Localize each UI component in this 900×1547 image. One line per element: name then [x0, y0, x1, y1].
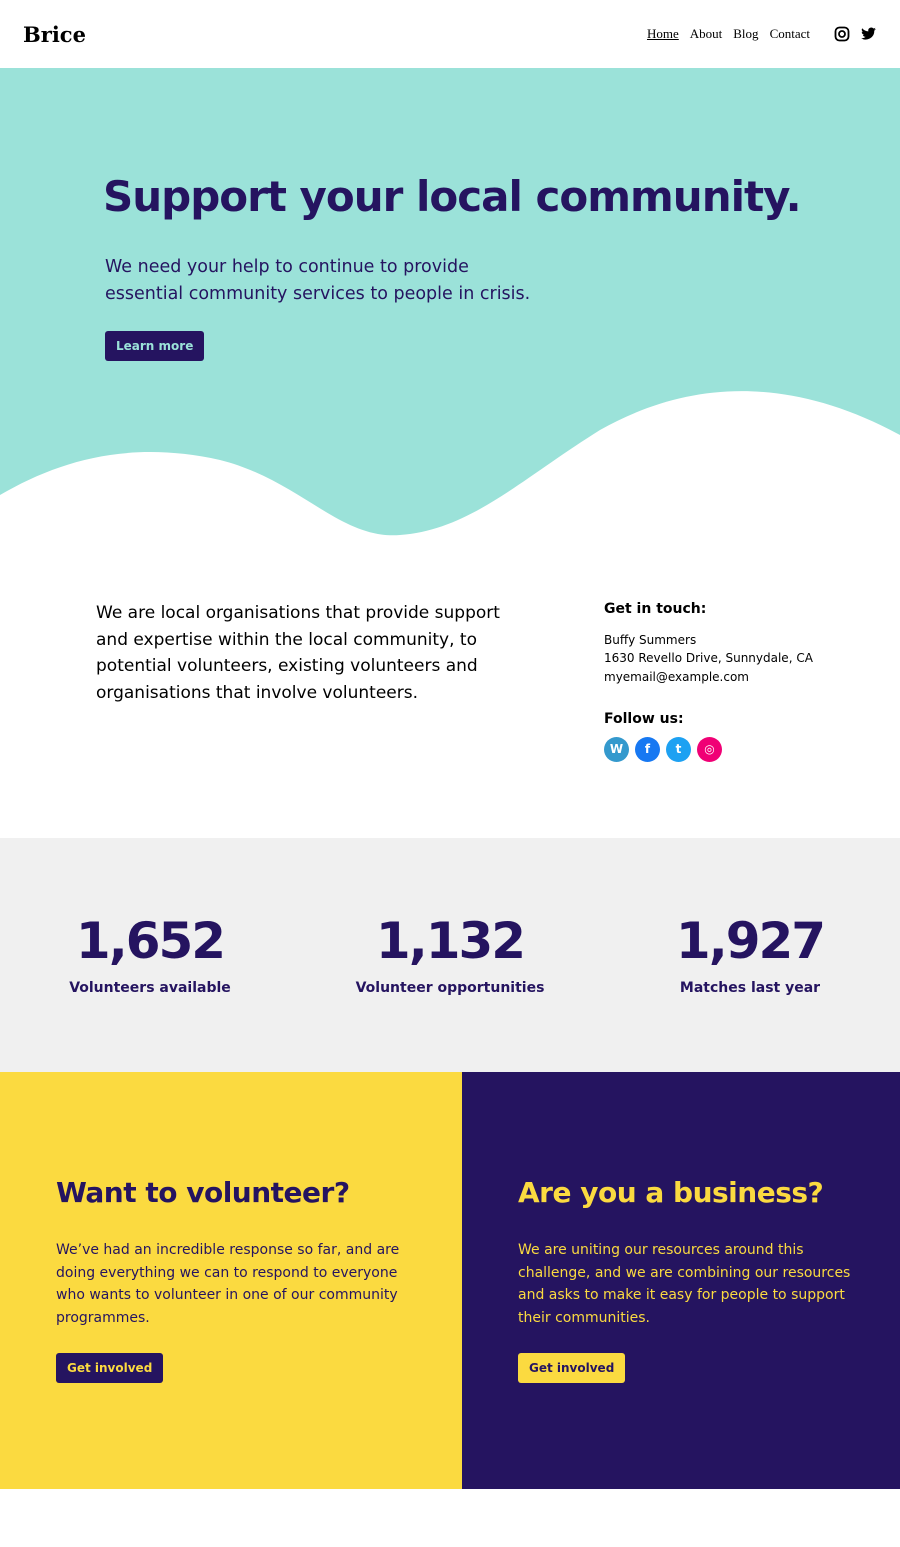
instagram-icon[interactable]: ◎	[697, 736, 722, 762]
hero: Support your local community. We need yo…	[0, 68, 900, 540]
contact-address: 1630 Revello Drive, Sunnydale, CA	[604, 651, 813, 665]
wave-divider	[0, 391, 900, 540]
contact-info: Get in touch: Buffy Summers 1630 Revello…	[604, 600, 813, 838]
contact-heading: Get in touch:	[604, 601, 707, 617]
stat-volunteers: 1,652 Volunteers available	[0, 912, 300, 1072]
stat-label: Volunteers available	[69, 980, 231, 996]
volunteer-panel: Want to volunteer? We’ve had an incredib…	[0, 1072, 462, 1489]
twitter-icon[interactable]: t	[666, 736, 691, 762]
business-title: Are you a business?	[518, 1176, 824, 1209]
learn-more-button[interactable]: Learn more	[105, 331, 205, 361]
site-header: Brice Home About Blog Contact	[0, 0, 900, 68]
volunteer-text: We’ve had an incredible response so far,…	[56, 1242, 400, 1326]
stat-opportunities: 1,132 Volunteer opportunities	[300, 912, 600, 1072]
business-panel: Are you a business? We are uniting our r…	[462, 1072, 900, 1489]
footer-space	[0, 1489, 900, 1547]
business-get-involved-button[interactable]: Get involved	[518, 1353, 626, 1383]
twitter-icon[interactable]	[860, 26, 877, 42]
volunteer-get-involved-button[interactable]: Get involved	[56, 1353, 164, 1383]
stat-label: Volunteer opportunities	[355, 980, 545, 996]
cta-section: Want to volunteer? We’ve had an incredib…	[0, 1072, 900, 1489]
stat-number: 1,652	[75, 912, 226, 970]
nav-about[interactable]: About	[690, 26, 723, 42]
facebook-icon[interactable]: f	[635, 736, 660, 762]
main-nav: Home About Blog Contact	[636, 26, 877, 42]
stats-section: 1,652 Volunteers available 1,132 Volunteer…	[0, 838, 900, 1072]
contact-name: Buffy Summers	[604, 632, 697, 647]
instagram-icon[interactable]	[834, 26, 850, 42]
about-section: We are local organisations that provide …	[0, 540, 900, 838]
hero-title: Support your local community.	[103, 172, 802, 221]
about-text: We are local organisations that provide …	[96, 603, 500, 703]
wordpress-icon[interactable]: W	[604, 736, 629, 762]
nav-blog[interactable]: Blog	[733, 26, 758, 42]
business-text: We are uniting our resources around this…	[518, 1242, 851, 1326]
stat-number: 1,132	[375, 912, 526, 970]
contact-email[interactable]: myemail@example.com	[604, 668, 813, 687]
stat-label: Matches last year	[679, 980, 821, 996]
nav-home[interactable]: Home	[647, 26, 679, 42]
volunteer-title: Want to volunteer?	[56, 1176, 350, 1209]
follow-heading: Follow us:	[604, 711, 684, 727]
hero-text: We need your help to continue to provide…	[105, 257, 531, 304]
site-brand[interactable]: Brice	[23, 22, 86, 47]
stat-number: 1,927	[675, 912, 826, 970]
nav-contact[interactable]: Contact	[770, 26, 810, 42]
stat-matches: 1,927 Matches last year	[600, 912, 900, 1072]
